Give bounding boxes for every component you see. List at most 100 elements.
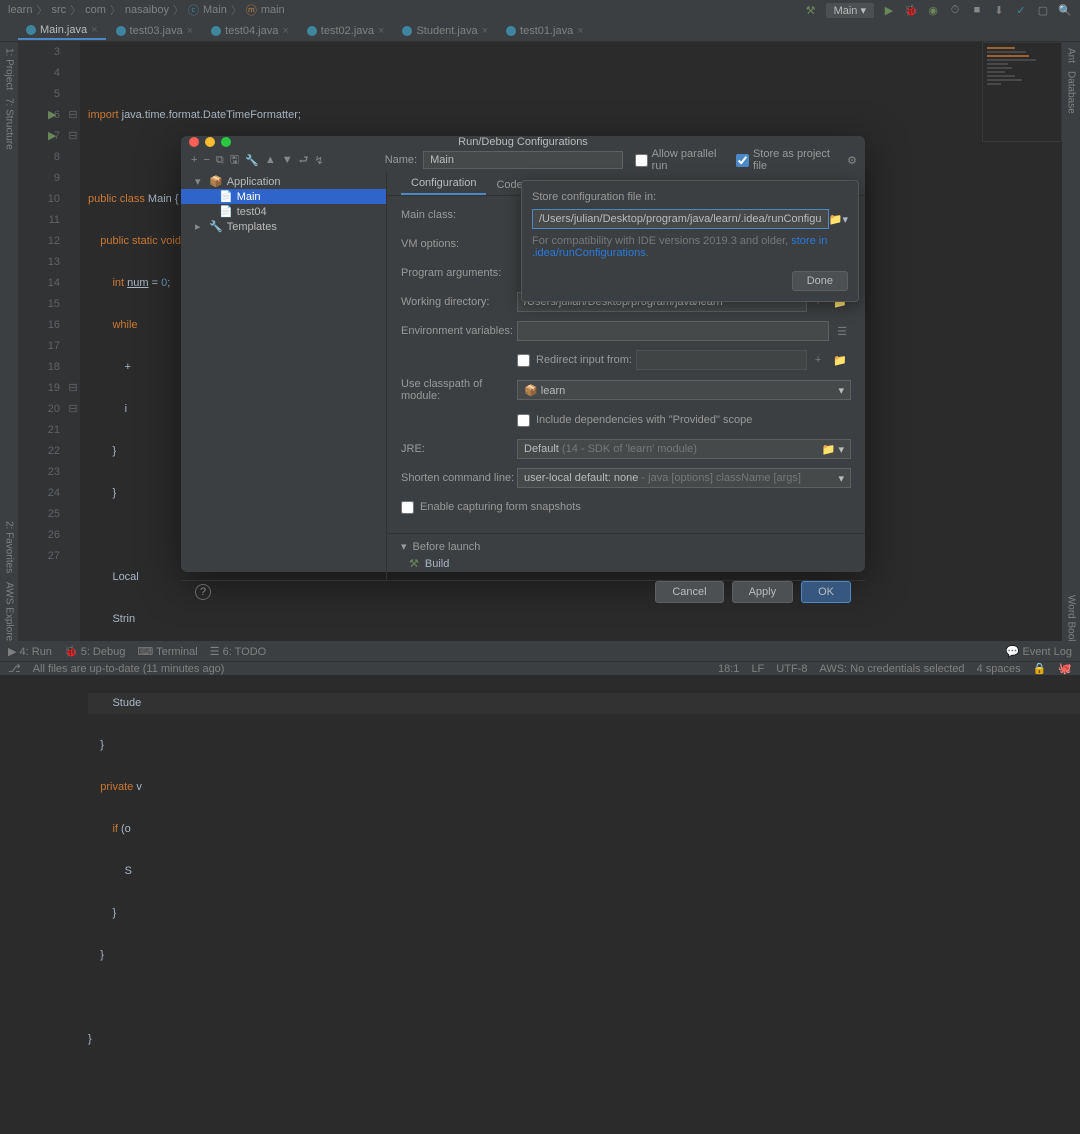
include-deps-checkbox[interactable]: Include dependencies with "Provided" sco… [517,414,752,427]
tool-run[interactable]: ▶ 4: Run [8,645,52,658]
config-tree[interactable]: ▾📦 Application 📄 Main 📄 test04 ▸🔧 Templa… [181,172,386,580]
tab-test03[interactable]: test03.java× [108,23,202,39]
status-cursor-pos[interactable]: 18:1 [718,663,739,675]
bottom-tool-windows: ▶ 4: Run 🐞 5: Debug ⌨ Terminal ☰ 6: TODO… [0,641,1080,661]
maximize-window-icon[interactable] [221,137,231,147]
run-gutter-icon[interactable]: ▶ [48,105,56,126]
crumb-nasaiboy[interactable]: nasaiboy [125,4,169,16]
classpath-select[interactable]: 📦 learn▾ [517,380,851,400]
profile-icon[interactable]: ⏱ [948,3,962,17]
tool-favorites[interactable]: 2: Favorites [4,519,15,575]
close-icon[interactable]: × [577,25,583,37]
save-config-icon[interactable]: 🖫 [230,151,239,170]
run-config-selector[interactable]: Main ▾ [826,3,874,18]
done-button[interactable]: Done [792,271,848,291]
tool-database[interactable]: Database [1066,69,1077,116]
close-icon[interactable]: × [482,25,488,37]
store-path-input[interactable] [532,209,829,229]
tree-application-node[interactable]: ▾📦 Application [181,174,386,189]
close-icon[interactable]: × [282,25,288,37]
redirect-path-input[interactable] [636,350,807,370]
fold-column[interactable]: ⊟⊟⊟⊟ [66,42,80,646]
jre-select[interactable]: Default (14 - SDK of 'learn' module)📁 ▾ [517,439,851,459]
search-everywhere-icon[interactable]: 🔍 [1058,3,1072,17]
gear-icon[interactable]: ⚙ [847,154,857,167]
ok-button[interactable]: OK [801,581,851,603]
status-git-icon[interactable]: ⎇ [8,662,21,675]
move-up-icon[interactable]: ▲ [265,154,276,166]
tool-aws-explorer[interactable]: AWS Explorer [4,580,15,646]
status-aws[interactable]: AWS: No credentials selected [819,663,964,675]
structure-icon[interactable]: ▢ [1036,3,1050,17]
debug-icon[interactable]: 🐞 [904,3,918,17]
close-icon[interactable]: × [91,24,97,36]
cancel-button[interactable]: Cancel [655,581,723,603]
tool-project[interactable]: 1: Project [4,46,15,92]
stop-icon[interactable]: ■ [970,3,984,17]
allow-parallel-checkbox[interactable]: Allow parallel run [635,148,730,172]
close-icon[interactable]: × [378,25,384,37]
list-icon[interactable]: ☰ [833,325,851,338]
tab-configuration[interactable]: Configuration [401,173,486,195]
crumb-src[interactable]: src [51,4,66,16]
breadcrumbs[interactable]: learn〉 src〉 com〉 nasaiboy〉 ⓒMain〉 ⓜmain [8,2,285,18]
tool-todo[interactable]: ☰ 6: TODO [210,645,267,658]
remove-config-icon[interactable]: − [203,154,209,166]
env-vars-input[interactable] [517,321,829,341]
run-gutter-icon[interactable]: ▶ [48,126,56,147]
expand-icon[interactable]: + [811,354,825,366]
apply-button[interactable]: Apply [732,581,794,603]
chevron-down-icon[interactable]: ▾ [842,213,848,226]
config-name-input[interactable] [423,151,622,169]
before-launch-build[interactable]: ⚒Build [401,553,851,574]
browse-icon[interactable]: 📁 [829,213,843,226]
wrench-icon[interactable]: 🔧 [245,154,259,167]
dialog-title-bar[interactable]: Run/Debug Configurations [181,136,865,148]
crumb-main-method[interactable]: main [261,4,285,16]
minimap[interactable] [982,42,1062,142]
expand-icon[interactable]: ↯ [315,154,324,167]
tab-student[interactable]: Student.java× [394,23,496,39]
tree-test04-config[interactable]: 📄 test04 [181,204,386,219]
close-icon[interactable]: × [187,25,193,37]
status-lock-icon[interactable]: 🔒 [1033,662,1047,675]
status-octocat-icon[interactable]: 🐙 [1058,662,1072,675]
tree-main-config[interactable]: 📄 Main [181,189,386,204]
store-project-file-checkbox[interactable]: Store as project file [736,148,841,172]
coverage-icon[interactable]: ◉ [926,3,940,17]
tab-test01[interactable]: test01.java× [498,23,592,39]
tab-main-java[interactable]: Main.java× [18,22,106,40]
crumb-main-class[interactable]: Main [203,4,227,16]
minimize-window-icon[interactable] [205,137,215,147]
git-commit-icon[interactable]: ✓ [1014,3,1028,17]
redirect-input-checkbox[interactable]: Redirect input from: [517,354,632,367]
build-icon[interactable]: ⚒ [804,3,818,17]
close-window-icon[interactable] [189,137,199,147]
move-down-icon[interactable]: ▼ [282,154,293,166]
add-config-icon[interactable]: + [191,154,197,166]
snapshots-checkbox[interactable]: Enable capturing form snapshots [401,501,581,514]
tool-word-book[interactable]: Word Book [1066,593,1077,646]
status-line-ending[interactable]: LF [751,663,764,675]
browse-icon[interactable]: 📁 [829,354,851,367]
crumb-learn[interactable]: learn [8,4,32,16]
tool-ant[interactable]: Ant [1066,46,1077,65]
event-log[interactable]: 💬 Event Log [1006,645,1072,658]
copy-config-icon[interactable]: ⧉ [216,154,224,167]
folder-icon[interactable]: ⮐ [299,151,309,170]
tab-test04[interactable]: test04.java× [203,23,297,39]
tool-terminal[interactable]: ⌨ Terminal [137,645,197,658]
crumb-com[interactable]: com [85,4,106,16]
tool-structure[interactable]: 7: Structure [4,96,15,152]
before-launch-header[interactable]: ▾Before launch [401,540,851,553]
status-indent[interactable]: 4 spaces [977,663,1021,675]
run-icon[interactable]: ▶ [882,3,896,17]
shorten-select[interactable]: user-local default: none - java [options… [517,468,851,488]
status-encoding[interactable]: UTF-8 [776,663,807,675]
line-gutter[interactable]: 3 4 5 6▶ 7▶ 8 9 10 11 12 13 14 15 16 17 … [18,42,66,646]
tree-templates-node[interactable]: ▸🔧 Templates [181,219,386,234]
tool-debug[interactable]: 🐞 5: Debug [64,645,125,658]
git-update-icon[interactable]: ⬇ [992,3,1006,17]
tab-test02[interactable]: test02.java× [299,23,393,39]
help-icon[interactable]: ? [195,584,211,600]
